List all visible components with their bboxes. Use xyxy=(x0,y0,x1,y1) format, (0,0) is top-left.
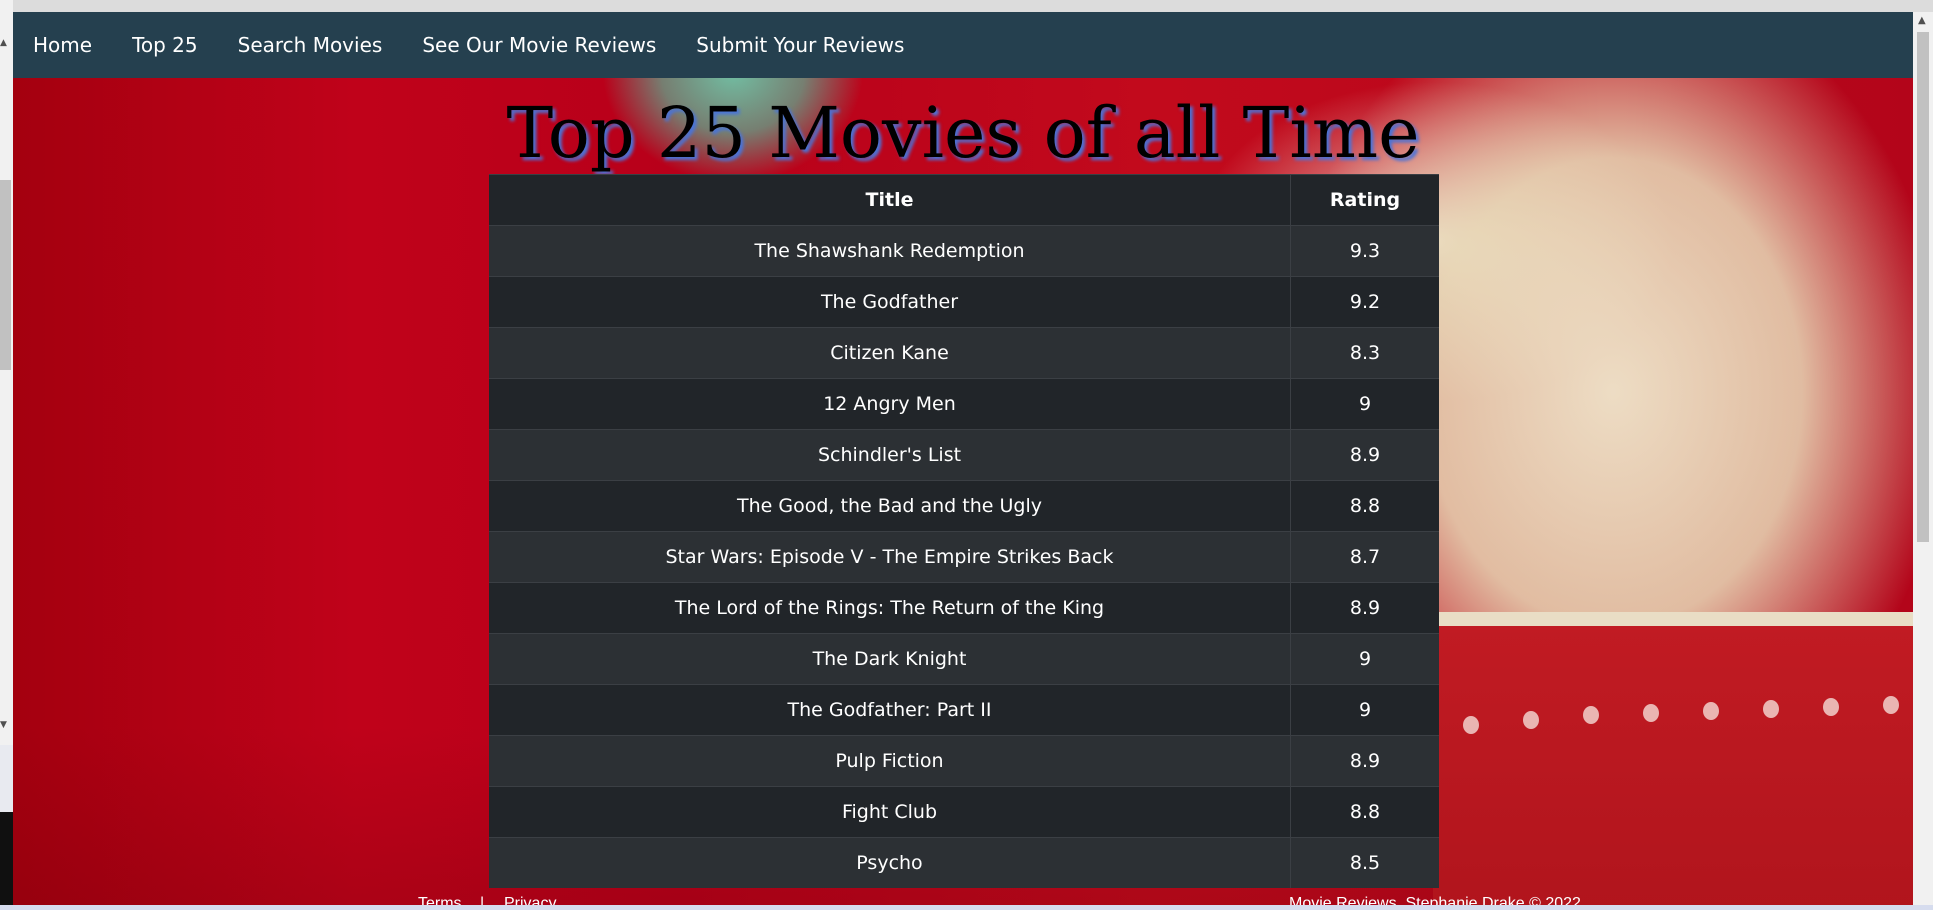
movie-rating-cell: 8.3 xyxy=(1290,327,1439,379)
movie-rating-cell: 9.2 xyxy=(1290,276,1439,328)
nav-search-movies[interactable]: Search Movies xyxy=(238,33,383,57)
scroll-down-arrow-icon[interactable]: ▼ xyxy=(0,720,7,730)
movie-title-cell: Psycho xyxy=(489,837,1291,888)
scrollbar-thumb[interactable] xyxy=(1917,32,1929,542)
footer-terms-link[interactable]: Terms xyxy=(418,895,462,905)
movie-title-cell: Fight Club xyxy=(489,786,1291,838)
movie-rating-cell: 8.9 xyxy=(1290,735,1439,787)
movie-rating-cell: 8.8 xyxy=(1290,480,1439,532)
table-row: The Shawshank Redemption 9.3 xyxy=(489,225,1439,277)
top-navbar: Home Top 25 Search Movies See Our Movie … xyxy=(13,12,1913,78)
movie-title-cell: The Godfather xyxy=(489,276,1291,328)
movie-rating-cell: 9 xyxy=(1290,633,1439,685)
page-footer: Terms | Privacy Movie Reviews, Stephanie… xyxy=(13,895,1913,905)
outer-scroll-strip: ▲ ▼ xyxy=(0,0,13,910)
movie-title-cell: Pulp Fiction xyxy=(489,735,1291,787)
table-row: Schindler's List 8.9 xyxy=(489,429,1439,481)
table-row: The Dark Knight 9 xyxy=(489,633,1439,685)
table-row: Pulp Fiction 8.9 xyxy=(489,735,1439,787)
movie-title-cell: 12 Angry Men xyxy=(489,378,1291,430)
window-bottom-edge xyxy=(0,905,1933,910)
page-title: Top 25 Movies of all Time xyxy=(506,92,1420,174)
movie-title-cell: Citizen Kane xyxy=(489,327,1291,379)
nav-top-25[interactable]: Top 25 xyxy=(132,33,198,57)
table-row: The Lord of the Rings: The Return of the… xyxy=(489,582,1439,634)
movie-rating-cell: 8.9 xyxy=(1290,582,1439,634)
nav-see-reviews[interactable]: See Our Movie Reviews xyxy=(422,33,656,57)
footer-separator: | xyxy=(480,895,485,905)
movie-title-cell: The Dark Knight xyxy=(489,633,1291,685)
table-row: 12 Angry Men 9 xyxy=(489,378,1439,430)
movie-rating-cell: 9.3 xyxy=(1290,225,1439,277)
movie-rating-cell: 8.8 xyxy=(1290,786,1439,838)
table-row: The Godfather 9.2 xyxy=(489,276,1439,328)
outer-strip-panel xyxy=(0,745,13,812)
scroll-up-arrow-icon[interactable]: ▲ xyxy=(1918,15,1926,26)
movie-title-cell: Schindler's List xyxy=(489,429,1291,481)
movie-title-cell: The Good, the Bad and the Ugly xyxy=(489,480,1291,532)
page-viewport: Home Top 25 Search Movies See Our Movie … xyxy=(13,12,1913,905)
scroll-up-arrow-icon[interactable]: ▲ xyxy=(0,38,7,48)
footer-privacy-link[interactable]: Privacy xyxy=(504,895,556,905)
popcorn-bucket-background xyxy=(1433,612,1913,905)
movie-title-cell: The Godfather: Part II xyxy=(489,684,1291,736)
table-row: The Godfather: Part II 9 xyxy=(489,684,1439,736)
outer-strip-dark-panel xyxy=(0,812,13,910)
movie-title-cell: The Shawshank Redemption xyxy=(489,225,1291,277)
table-row: Citizen Kane 8.3 xyxy=(489,327,1439,379)
nav-home[interactable]: Home xyxy=(33,33,92,57)
page-scrollbar[interactable]: ▲ xyxy=(1913,12,1933,905)
movie-title-cell: The Lord of the Rings: The Return of the… xyxy=(489,582,1291,634)
column-header-rating: Rating xyxy=(1290,174,1439,226)
column-header-title: Title xyxy=(489,174,1291,226)
movie-rating-cell: 9 xyxy=(1290,378,1439,430)
movie-rating-cell: 9 xyxy=(1290,684,1439,736)
movie-title-cell: Star Wars: Episode V - The Empire Strike… xyxy=(489,531,1291,583)
table-row: The Good, the Bad and the Ugly 8.8 xyxy=(489,480,1439,532)
table-header-row: Title Rating xyxy=(489,174,1439,226)
movie-rating-cell: 8.9 xyxy=(1290,429,1439,481)
top-movies-table: Title Rating The Shawshank Redemption 9.3… xyxy=(489,174,1439,888)
table-row: Fight Club 8.8 xyxy=(489,786,1439,838)
outer-scroll-thumb[interactable] xyxy=(0,180,11,370)
movie-rating-cell: 8.7 xyxy=(1290,531,1439,583)
table-row: Star Wars: Episode V - The Empire Strike… xyxy=(489,531,1439,583)
table-row: Psycho 8.5 xyxy=(489,837,1439,888)
nav-submit-reviews[interactable]: Submit Your Reviews xyxy=(696,33,904,57)
movie-rating-cell: 8.5 xyxy=(1290,837,1439,888)
footer-copyright: Movie Reviews, Stephanie Drake © 2022 xyxy=(1289,895,1581,905)
